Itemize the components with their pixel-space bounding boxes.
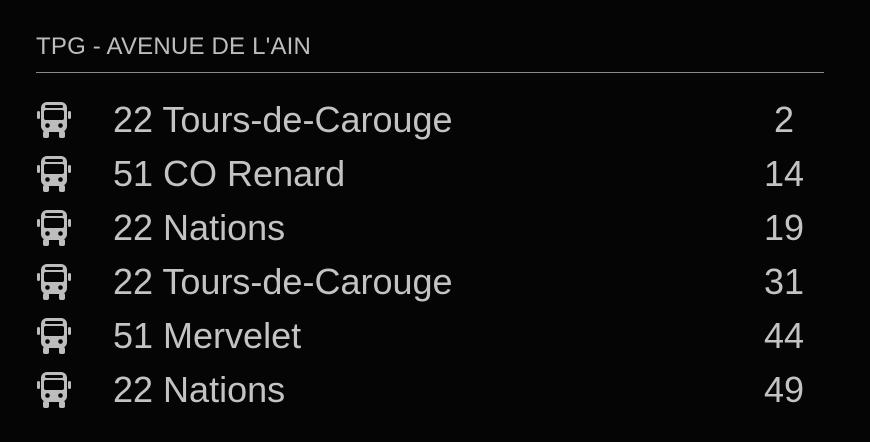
departure-destination: 22 Nations	[113, 207, 286, 248]
bus-icon	[36, 100, 72, 140]
bus-icon	[36, 262, 72, 302]
departure-minutes: 31	[763, 261, 805, 302]
departure-row: 22 Nations 19	[36, 201, 824, 255]
departure-destination: 22 Tours-de-Carouge	[113, 99, 453, 140]
departure-destination: 22 Tours-de-Carouge	[113, 261, 453, 302]
departure-destination: 51 Mervelet	[113, 315, 302, 356]
module-header: TPG - AVENUE DE L'AIN	[36, 30, 824, 73]
departure-row: 51 Mervelet 44	[36, 309, 824, 363]
departure-minutes: 14	[763, 153, 805, 194]
departure-destination: 22 Nations	[113, 369, 286, 410]
bus-icon	[36, 208, 72, 248]
departure-destination: 51 CO Renard	[113, 153, 346, 194]
departure-row: 22 Nations 49	[36, 363, 824, 417]
departure-minutes: 2	[773, 99, 795, 140]
bus-icon	[36, 370, 72, 410]
departure-minutes: 19	[763, 207, 805, 248]
bus-icon	[36, 154, 72, 194]
departures-list: 22 Tours-de-Carouge 2 51 CO Renard 14 22…	[36, 93, 824, 417]
bus-icon	[36, 316, 72, 356]
departure-minutes: 49	[763, 369, 805, 410]
departure-row: 22 Tours-de-Carouge 2	[36, 93, 824, 147]
departure-row: 22 Tours-de-Carouge 31	[36, 255, 824, 309]
departure-minutes: 44	[763, 315, 805, 356]
departure-row: 51 CO Renard 14	[36, 147, 824, 201]
departures-module: TPG - AVENUE DE L'AIN 22 Tours-de-Caroug…	[36, 30, 824, 417]
